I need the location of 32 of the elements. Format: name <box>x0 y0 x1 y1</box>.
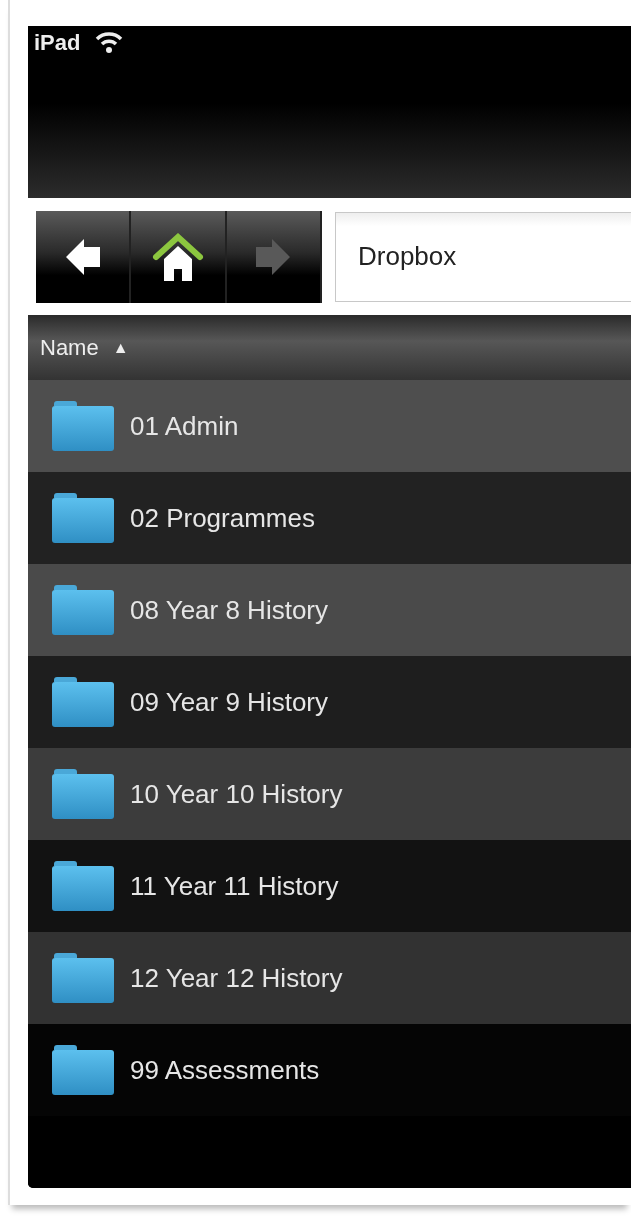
sort-indicator: ▲ <box>112 338 129 357</box>
folder-row[interactable]: 08 Year 8 History <box>28 564 631 656</box>
folder-name: 10 Year 10 History <box>130 778 343 810</box>
folder-icon <box>52 585 114 635</box>
folder-icon <box>52 861 114 911</box>
folder-row[interactable]: 99 Assessments <box>28 1024 631 1116</box>
wifi-icon <box>94 30 125 54</box>
folder-icon <box>52 493 114 543</box>
folder-icon <box>52 401 114 451</box>
home-button[interactable] <box>131 210 227 303</box>
folder-name: 12 Year 12 History <box>130 962 343 994</box>
folder-row[interactable]: 12 Year 12 History <box>28 932 631 1024</box>
column-header[interactable]: Name ▲ <box>28 315 631 380</box>
name-column-label: Name <box>40 334 99 361</box>
folder-name: 11 Year 11 History <box>130 870 339 902</box>
folder-row[interactable]: 10 Year 10 History <box>28 748 631 840</box>
folder-name: 08 Year 8 History <box>130 594 328 626</box>
path-field[interactable]: Dropbox <box>335 211 631 302</box>
folder-row[interactable]: 09 Year 9 History <box>28 656 631 748</box>
folder-name: 02 Programmes <box>130 502 315 534</box>
folder-row[interactable]: 11 Year 11 History <box>28 840 631 932</box>
folder-icon <box>52 1045 114 1095</box>
folder-name: 09 Year 9 History <box>130 686 328 718</box>
folder-name: 01 Admin <box>130 410 239 442</box>
folder-name: 99 Assessments <box>130 1054 320 1086</box>
device-name: iPad <box>34 30 81 56</box>
folder-row[interactable]: 02 Programmes <box>28 472 631 564</box>
folder-icon <box>52 953 114 1003</box>
folder-icon <box>52 769 114 819</box>
folder-icon <box>52 677 114 727</box>
back-button[interactable] <box>36 210 132 303</box>
folder-row[interactable]: 01 Admin <box>28 380 631 472</box>
